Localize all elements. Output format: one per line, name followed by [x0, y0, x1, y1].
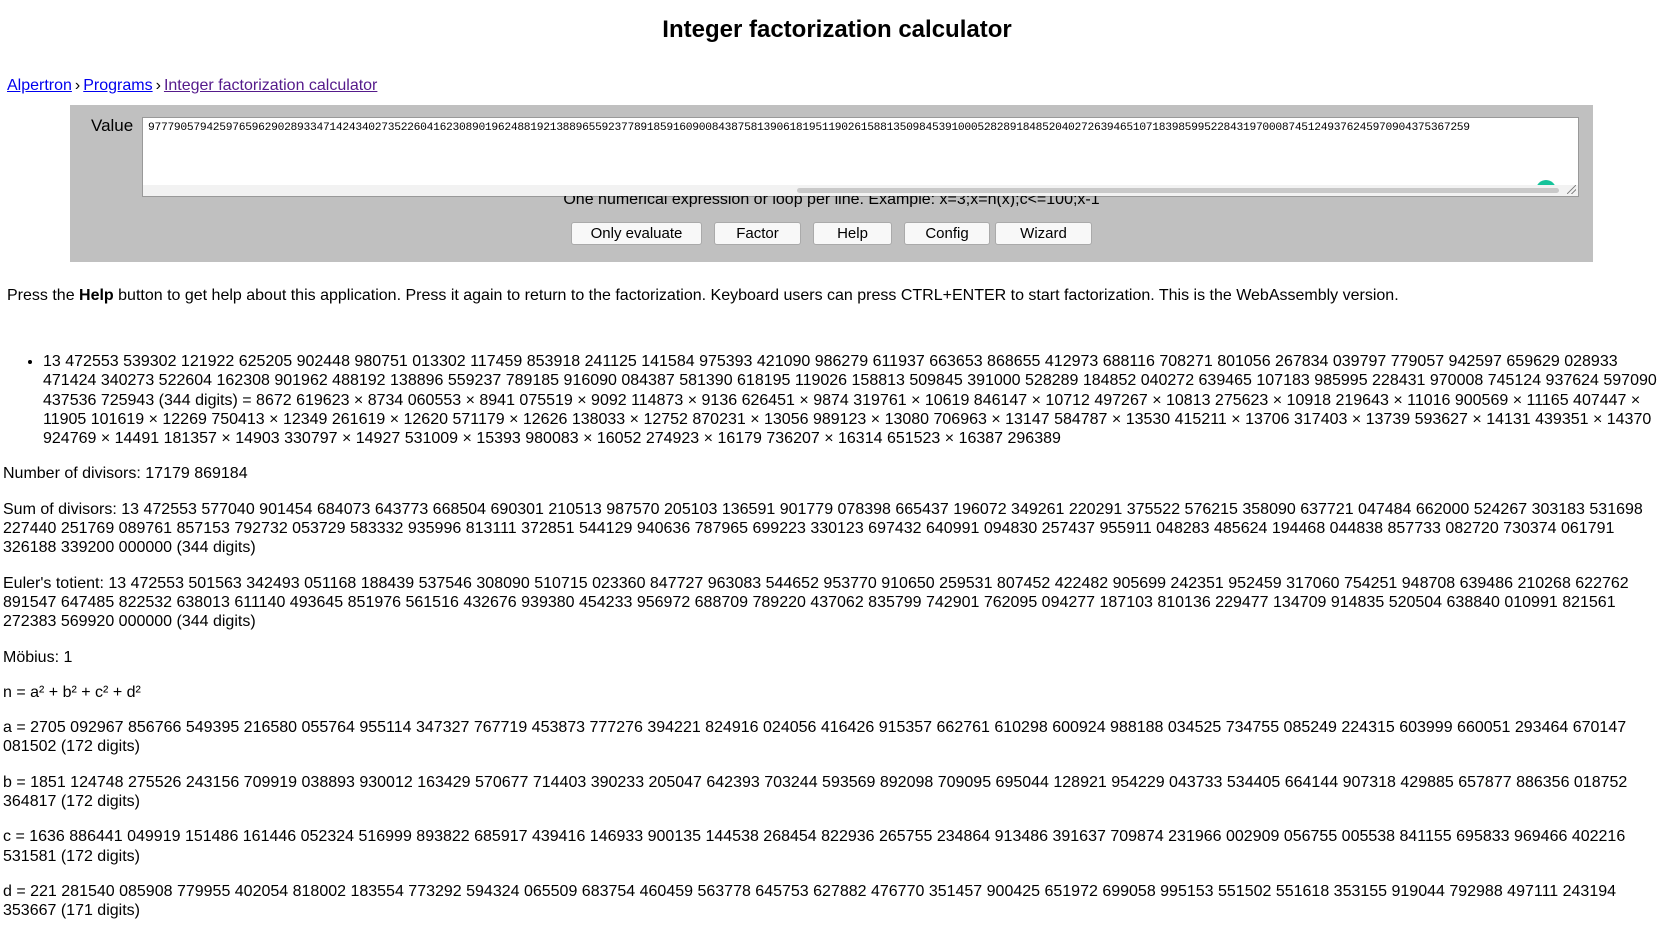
number-of-divisors: Number of divisors: 17179 869184	[3, 465, 248, 483]
square-c: c = 1636 886441 049919 151486 161446 052…	[3, 828, 1626, 865]
help-text-post: button to get help about this applicatio…	[113, 287, 1399, 304]
help-instructions: Press the Help button to get help about …	[7, 287, 1399, 305]
factorization-list: 13 472553 539302 121922 625205 902448 98…	[3, 352, 1663, 448]
breadcrumb-alpertron[interactable]: Alpertron	[7, 77, 72, 94]
resize-handle-icon[interactable]	[1567, 185, 1576, 194]
breadcrumb: Alpertron › Programs › Integer factorization…	[7, 77, 377, 95]
value-textarea[interactable]: 9777905794259765962902893347142434027352…	[142, 117, 1579, 197]
value-text[interactable]: 9777905794259765962902893347142434027352…	[148, 122, 1573, 134]
results: 13 472553 539302 121922 625205 902448 98…	[3, 352, 1663, 937]
breadcrumb-current[interactable]: Integer factorization calculator	[164, 77, 377, 94]
value-label: Value	[91, 116, 134, 135]
help-button[interactable]: Help	[813, 222, 892, 245]
breadcrumb-separator: ›	[74, 77, 81, 94]
breadcrumb-separator: ›	[155, 77, 161, 94]
wizard-button[interactable]: Wizard	[995, 222, 1092, 245]
help-text-bold: Help	[79, 287, 114, 304]
euler-totient: Euler's totient: 13 472553 501563 342493…	[3, 574, 1629, 631]
scrollbar-thumb[interactable]	[797, 188, 1559, 193]
square-b: b = 1851 124748 275526 243156 709919 038…	[3, 773, 1628, 811]
only-evaluate-button[interactable]: Only evaluate	[571, 222, 702, 245]
horizontal-scrollbar[interactable]	[143, 185, 1578, 196]
four-squares-formula: n = a² + b² + c² + d²	[3, 683, 141, 701]
hint-label: One numerical expression or loop per lin…	[563, 196, 1100, 207]
square-a: a = 2705 092967 856766 549395 216580 055…	[3, 719, 1627, 756]
config-button[interactable]: Config	[904, 222, 990, 245]
mobius: Möbius: 1	[3, 648, 73, 666]
input-panel: Value 9777905794259765962902893347142434…	[70, 105, 1593, 262]
hint-text: One numerical expression or loop per lin…	[70, 196, 1593, 207]
breadcrumb-programs[interactable]: Programs	[83, 77, 152, 94]
button-row: Only evaluate Factor Help Config Wizard	[70, 222, 1593, 246]
help-text-pre: Press the	[7, 287, 80, 304]
page-title: Integer factorization calculator	[662, 16, 1012, 43]
sum-of-divisors: Sum of divisors: 13 472553 577040 901454…	[3, 500, 1643, 557]
factor-button[interactable]: Factor	[714, 222, 801, 245]
factorization-result: 13 472553 539302 121922 625205 902448 98…	[43, 352, 1663, 448]
square-d: d = 221 281540 085908 779955 402054 8180…	[3, 882, 1617, 920]
